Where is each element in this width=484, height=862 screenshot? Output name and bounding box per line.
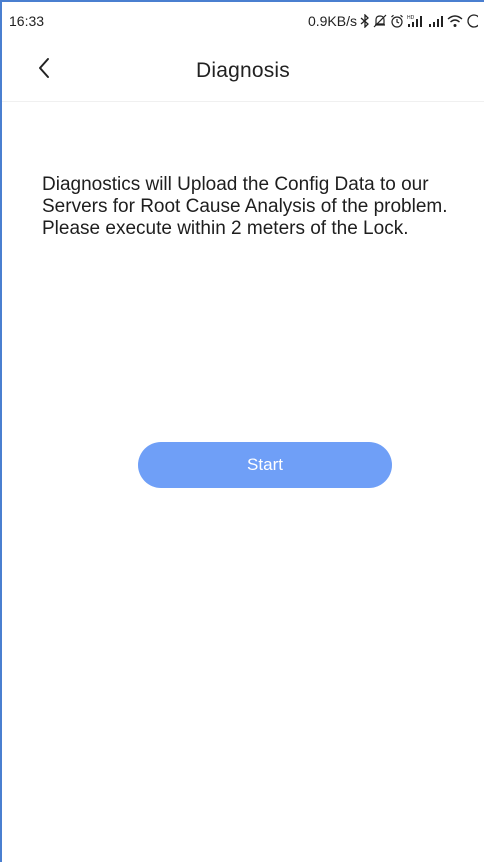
- status-left: 16:33: [9, 13, 44, 29]
- message-line-2: Servers for Root Cause Analysis of the p…: [42, 196, 448, 217]
- signal-icon: [428, 13, 444, 29]
- svg-text:HD: HD: [407, 15, 415, 21]
- hd-signal-icon: HD: [407, 13, 425, 29]
- back-button[interactable]: [24, 51, 64, 91]
- mute-icon: [373, 13, 387, 29]
- page-title: Diagnosis: [195, 58, 290, 82]
- start-button-label: Start: [247, 455, 283, 474]
- network-speed: 0.9KB/s: [307, 13, 357, 29]
- bluetooth-icon: [360, 13, 370, 29]
- status-right: 0.9KB/s HD: [308, 13, 478, 29]
- app-frame: 16:33 0.9KB/s HD Diagnosis Diagnostics w…: [0, 0, 484, 862]
- status-time: 16:33: [9, 13, 45, 29]
- battery-icon: [466, 13, 478, 29]
- start-button[interactable]: Start: [138, 442, 392, 488]
- message-line-3: Please execute within 2 meters of the Lo…: [42, 218, 409, 239]
- alarm-icon: [390, 13, 404, 29]
- diagnostics-message: Diagnostics will Upload the Config Data …: [42, 174, 482, 240]
- wifi-icon: [447, 13, 463, 29]
- status-bar: 16:33 0.9KB/s HD: [2, 2, 484, 40]
- chevron-left-icon: [37, 57, 51, 84]
- app-header: Diagnosis: [2, 40, 484, 102]
- message-line-1: Diagnostics will Upload the Config Data …: [42, 174, 429, 195]
